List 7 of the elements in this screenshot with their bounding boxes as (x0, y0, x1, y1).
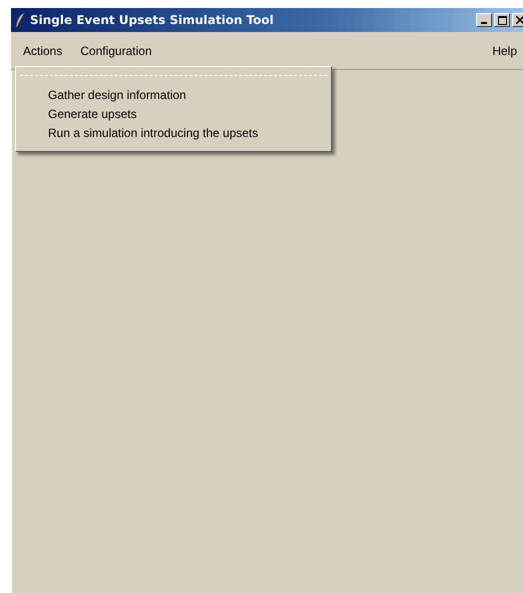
menu-item[interactable]: Help (492, 44, 517, 58)
menu-option[interactable]: Gather design information (16, 86, 331, 104)
window-title: Single Event Upsets Simulation Tool (30, 13, 274, 27)
menu-item[interactable]: Actions (23, 44, 62, 58)
menu-option[interactable]: Run a simulation introducing the upsets (16, 124, 331, 142)
menu-item[interactable]: Configuration (80, 44, 152, 58)
menu-option[interactable]: Generate upsets (16, 104, 331, 124)
